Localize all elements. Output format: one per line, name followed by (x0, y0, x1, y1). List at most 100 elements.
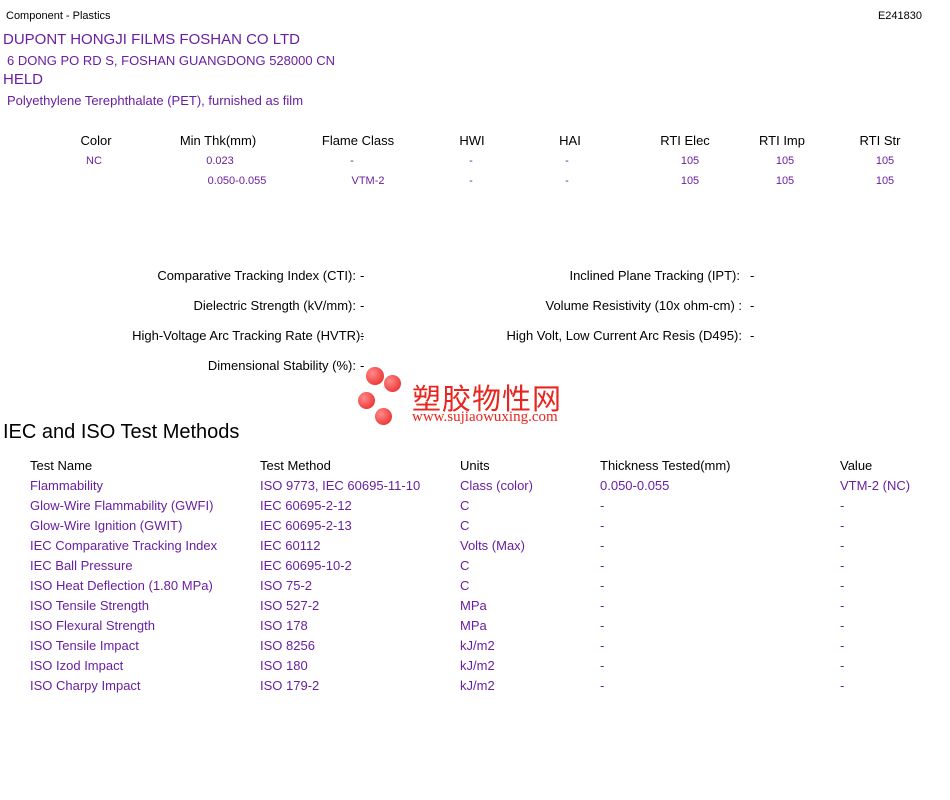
cti-value: - (360, 268, 365, 283)
cti-label: Comparative Tracking Index (CTI): (157, 268, 356, 283)
ipt-value: - (750, 268, 755, 283)
volume-resistivity-value: - (750, 298, 755, 313)
col-header-min-thk: Min Thk(mm) (179, 133, 257, 148)
dimensional-stability-label: Dimensional Stability (%): (207, 358, 356, 373)
table-cell: NC (86, 155, 102, 167)
value-cell: - (840, 678, 845, 693)
test-method-cell: IEC 60112 (260, 538, 321, 553)
table-cell: 105 (775, 175, 795, 187)
test-method-cell: IEC 60695-2-12 (260, 498, 352, 513)
table-cell: VTM-2 (351, 175, 385, 187)
test-name-cell: IEC Comparative Tracking Index (30, 538, 218, 553)
test-method-cell: ISO 180 (260, 658, 308, 673)
test-name-cell: ISO Heat Deflection (1.80 MPa) (30, 578, 213, 593)
section-title: IEC and ISO Test Methods (3, 421, 240, 443)
table-cell: 0.023 (206, 155, 234, 167)
col-header-thickness: Thickness Tested(mm) (600, 458, 731, 473)
thickness-cell: - (600, 638, 605, 653)
watermark-dot-icon (375, 408, 392, 425)
thickness-cell: - (600, 538, 605, 553)
test-method-cell: ISO 75-2 (260, 578, 313, 593)
col-header-test-name: Test Name (30, 458, 93, 473)
test-method-cell: IEC 60695-2-13 (260, 518, 352, 533)
thickness-cell: - (600, 498, 605, 513)
table-cell: 105 (680, 155, 700, 167)
test-method-cell: IEC 60695-10-2 (260, 558, 352, 573)
value-cell: - (840, 578, 845, 593)
value-cell: - (840, 638, 845, 653)
thickness-cell: - (600, 558, 605, 573)
test-method-cell: ISO 179-2 (260, 678, 320, 693)
value-cell: - (840, 658, 845, 673)
test-name-cell: ISO Tensile Impact (30, 638, 139, 653)
test-method-cell: ISO 527-2 (260, 598, 320, 613)
table-cell: - (350, 155, 354, 167)
col-header-flame-class: Flame Class (321, 133, 395, 148)
volume-resistivity-label: Volume Resistivity (10x ohm-cm) : (545, 298, 743, 313)
units-cell: MPa (460, 598, 487, 613)
table-cell: - (469, 175, 473, 187)
table-cell: - (565, 155, 569, 167)
test-name-cell: Flammability (30, 478, 103, 493)
value-cell: VTM-2 (NC) (840, 478, 911, 493)
units-cell: kJ/m2 (460, 638, 495, 653)
units-cell: Class (color) (460, 478, 533, 493)
col-header-test-method: Test Method (260, 458, 331, 473)
thickness-cell: - (600, 618, 605, 633)
col-header-color: Color (80, 133, 112, 148)
dimensional-stability-value: - (360, 358, 365, 373)
table-cell: - (469, 155, 473, 167)
col-header-hai: HAI (559, 133, 581, 148)
table-cell: 105 (875, 175, 895, 187)
thickness-cell: - (600, 678, 605, 693)
test-name-cell: ISO Izod Impact (30, 658, 124, 673)
dielectric-label: Dielectric Strength (kV/mm): (193, 298, 356, 313)
value-cell: - (840, 538, 845, 553)
watermark-dot-icon (384, 375, 401, 392)
hvtr-label: High-Voltage Arc Tracking Rate (HVTR): (132, 328, 364, 343)
watermark-dot-icon (358, 392, 375, 409)
test-name-cell: ISO Flexural Strength (30, 618, 155, 633)
col-header-rti-imp: RTI Imp (759, 133, 805, 148)
table-cell: - (565, 175, 569, 187)
d495-value: - (750, 328, 755, 343)
units-cell: kJ/m2 (460, 658, 495, 673)
units-cell: MPa (460, 618, 487, 633)
company-name: DUPONT HONGJI FILMS FOSHAN CO LTD (3, 31, 300, 48)
test-name-cell: ISO Tensile Strength (30, 598, 149, 613)
company-address: 6 DONG PO RD S, FOSHAN GUANGDONG 528000 … (7, 53, 335, 68)
col-header-rti-str: RTI Str (859, 133, 901, 148)
units-cell: C (460, 498, 470, 513)
test-method-cell: ISO 9773, IEC 60695-11-10 (260, 478, 421, 493)
units-cell: C (460, 518, 470, 533)
value-cell: - (840, 618, 845, 633)
value-cell: - (840, 558, 845, 573)
dielectric-value: - (360, 298, 365, 313)
material-description: Polyethylene Terephthalate (PET), furnis… (7, 93, 304, 108)
value-cell: - (840, 498, 845, 513)
watermark-url: www.sujiaowuxing.com (412, 409, 558, 425)
col-header-hwi: HWI (459, 133, 485, 148)
col-header-value: Value (840, 458, 873, 473)
document-category: Component - Plastics (6, 10, 111, 22)
hvtr-value: - (360, 328, 365, 343)
test-name-cell: IEC Ball Pressure (30, 558, 133, 573)
col-header-units: Units (460, 458, 490, 473)
watermark-dot-icon (366, 367, 384, 385)
table-cell: 0.050-0.055 (207, 175, 267, 187)
product-name: HELD (3, 71, 44, 88)
thickness-cell: - (600, 598, 605, 613)
test-name-cell: ISO Charpy Impact (30, 678, 141, 693)
value-cell: - (840, 598, 845, 613)
units-cell: Volts (Max) (460, 538, 526, 553)
test-method-cell: ISO 178 (260, 618, 308, 633)
thickness-cell: - (600, 658, 605, 673)
units-cell: kJ/m2 (460, 678, 495, 693)
thickness-cell: 0.050-0.055 (600, 478, 670, 493)
units-cell: C (460, 578, 470, 593)
d495-label: High Volt, Low Current Arc Resis (D495): (506, 328, 742, 343)
table-cell: 105 (775, 155, 795, 167)
test-name-cell: Glow-Wire Ignition (GWIT) (30, 518, 183, 533)
test-name-cell: Glow-Wire Flammability (GWFI) (30, 498, 214, 513)
file-number: E241830 (877, 10, 922, 22)
